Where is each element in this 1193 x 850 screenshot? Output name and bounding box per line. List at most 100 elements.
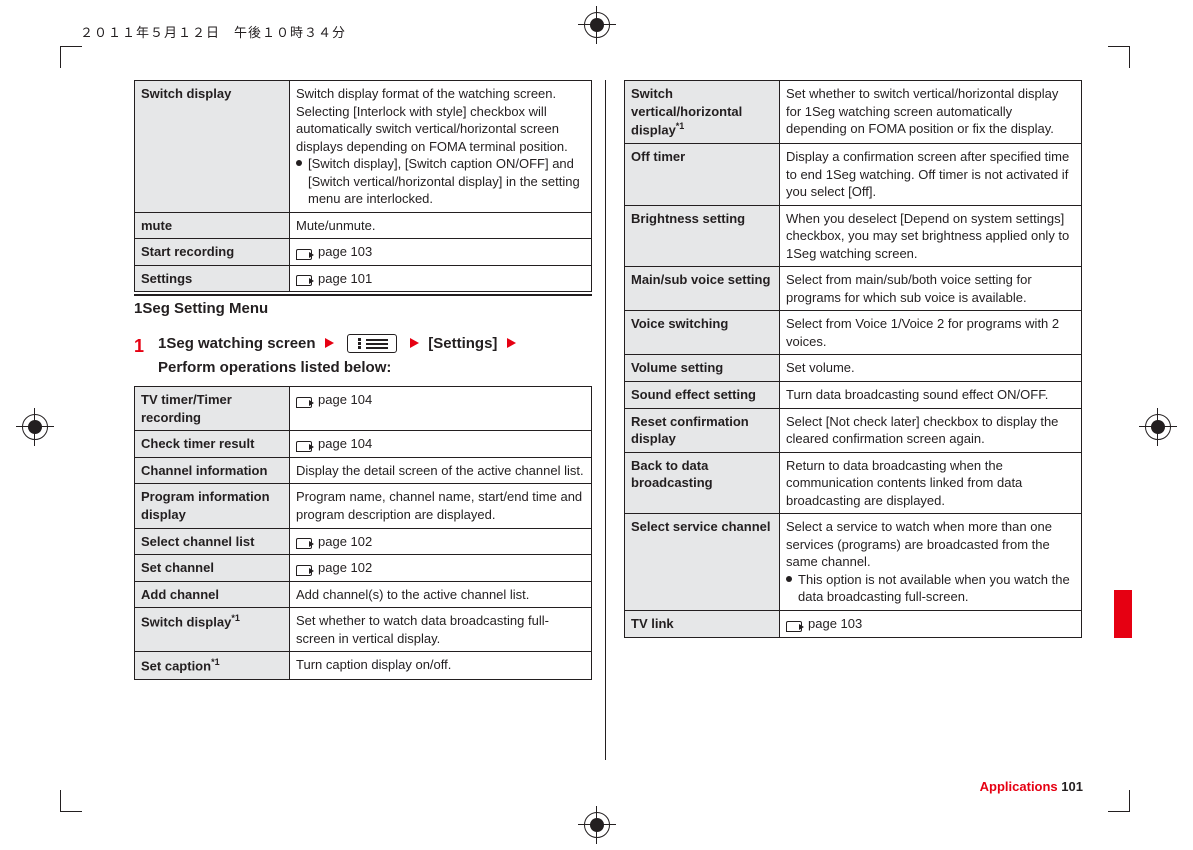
row-key: Voice switching <box>625 311 780 355</box>
row-desc: page 101 <box>290 265 592 292</box>
row-desc: Return to data broadcasting when the com… <box>780 452 1082 514</box>
row-key: Switch vertical/horizontal display*1 <box>625 81 780 144</box>
page-ref-icon <box>296 247 314 259</box>
bullet-icon <box>786 576 792 582</box>
table-row: Switch vertical/horizontal display*1Set … <box>625 81 1082 144</box>
row-key: Add channel <box>135 581 290 608</box>
row-desc: Set whether to switch vertical/horizonta… <box>780 81 1082 144</box>
registration-mark-icon <box>584 12 610 38</box>
table-row: Sound effect settingTurn data broadcasti… <box>625 381 1082 408</box>
page-ref-icon <box>296 439 314 451</box>
section-tab <box>1114 590 1132 638</box>
row-key: Select service channel <box>625 514 780 611</box>
red-arrow-icon <box>410 338 419 348</box>
row-key: Select channel list <box>135 528 290 555</box>
row-key: Check timer result <box>135 431 290 458</box>
row-key: TV link <box>625 611 780 638</box>
row-desc: Set whether to watch data broadcasting f… <box>290 608 592 652</box>
row-desc: page 102 <box>290 528 592 555</box>
row-key: mute <box>135 212 290 239</box>
row-key: Program information display <box>135 484 290 528</box>
row-desc: Set volume. <box>780 355 1082 382</box>
table-row: mute Mute/unmute. <box>135 212 592 239</box>
row-desc: Switch display format of the watching sc… <box>290 81 592 213</box>
table-row: Back to data broadcastingReturn to data … <box>625 452 1082 514</box>
table-row: Off timerDisplay a confirmation screen a… <box>625 143 1082 205</box>
row-key: Back to data broadcasting <box>625 452 780 514</box>
table-row: Main/sub voice settingSelect from main/s… <box>625 267 1082 311</box>
row-key: Off timer <box>625 143 780 205</box>
row-key: Volume setting <box>625 355 780 382</box>
row-desc: Display a confirmation screen after spec… <box>780 143 1082 205</box>
row-key: Start recording <box>135 239 290 266</box>
column-divider <box>605 80 606 760</box>
table-row: Channel informationDisplay the detail sc… <box>135 457 592 484</box>
table-row: Reset confirmation displaySelect [Not ch… <box>625 408 1082 452</box>
row-key: Switch display*1 <box>135 608 290 652</box>
registration-mark-icon <box>584 812 610 838</box>
table-row: Start recording page 103 <box>135 239 592 266</box>
row-desc: Select [Not check later] checkbox to dis… <box>780 408 1082 452</box>
mid-table: TV timer/Timer recordingpage 104 Check t… <box>134 386 592 680</box>
table-row: Switch display Switch display format of … <box>135 81 592 213</box>
row-desc: Turn caption display on/off. <box>290 652 592 680</box>
row-key: Settings <box>135 265 290 292</box>
row-desc: Add channel(s) to the active channel lis… <box>290 581 592 608</box>
page-ref-icon <box>296 563 314 575</box>
page-ref-icon <box>296 395 314 407</box>
row-key: Brightness setting <box>625 205 780 267</box>
right-table: Switch vertical/horizontal display*1Set … <box>624 80 1082 638</box>
table-row: Volume settingSet volume. <box>625 355 1082 382</box>
row-desc: page 104 <box>290 431 592 458</box>
footer-section: Applications <box>980 779 1058 794</box>
step-row: 1 1Seg watching screen [Settings] Perfor… <box>134 334 592 379</box>
row-desc: page 103 <box>780 611 1082 638</box>
row-desc: Select from main/sub/both voice setting … <box>780 267 1082 311</box>
row-desc: When you deselect [Depend on system sett… <box>780 205 1082 267</box>
row-key: Sound effect setting <box>625 381 780 408</box>
red-arrow-icon <box>325 338 334 348</box>
table-row: Voice switchingSelect from Voice 1/Voice… <box>625 311 1082 355</box>
table-row: Program information displayProgram name,… <box>135 484 592 528</box>
row-key: Set channel <box>135 555 290 582</box>
row-key: Main/sub voice setting <box>625 267 780 311</box>
row-key: Set caption*1 <box>135 652 290 680</box>
row-key: Reset confirmation display <box>625 408 780 452</box>
registration-mark-icon <box>1145 414 1171 440</box>
right-column: Switch vertical/horizontal display*1Set … <box>624 80 1082 638</box>
bullet-icon <box>296 160 302 166</box>
row-desc: page 103 <box>290 239 592 266</box>
row-desc: page 104 <box>290 387 592 431</box>
table-row: Brightness settingWhen you deselect [Dep… <box>625 205 1082 267</box>
page-ref-icon <box>786 619 804 631</box>
left-column: Switch display Switch display format of … <box>134 80 592 680</box>
table-row: Add channelAdd channel(s) to the active … <box>135 581 592 608</box>
row-desc: Display the detail screen of the active … <box>290 457 592 484</box>
menu-button-icon <box>347 334 397 353</box>
row-desc: page 102 <box>290 555 592 582</box>
top-table: Switch display Switch display format of … <box>134 80 592 292</box>
row-desc: Mute/unmute. <box>290 212 592 239</box>
row-key: TV timer/Timer recording <box>135 387 290 431</box>
step-line-2: Perform operations listed below: <box>158 358 592 378</box>
table-row: TV linkpage 103 <box>625 611 1082 638</box>
table-row: Select channel listpage 102 <box>135 528 592 555</box>
table-row: Set caption*1Turn caption display on/off… <box>135 652 592 680</box>
registration-mark-icon <box>22 414 48 440</box>
page-ref-icon <box>296 536 314 548</box>
table-row: Switch display*1Set whether to watch dat… <box>135 608 592 652</box>
row-key: Channel information <box>135 457 290 484</box>
table-row: Check timer resultpage 104 <box>135 431 592 458</box>
row-desc: Select a service to watch when more than… <box>780 514 1082 611</box>
row-desc: Program name, channel name, start/end ti… <box>290 484 592 528</box>
step-line-1: 1Seg watching screen [Settings] <box>158 334 592 354</box>
row-desc: Turn data broadcasting sound effect ON/O… <box>780 381 1082 408</box>
footer-page: 101 <box>1061 779 1083 794</box>
row-desc: Select from Voice 1/Voice 2 for programs… <box>780 311 1082 355</box>
table-row: Set channelpage 102 <box>135 555 592 582</box>
section-title: 1Seg Setting Menu <box>134 294 592 319</box>
row-key: Switch display <box>135 81 290 213</box>
table-row: Settings page 101 <box>135 265 592 292</box>
footer: Applications 101 <box>980 779 1083 794</box>
page-ref-icon <box>296 273 314 285</box>
